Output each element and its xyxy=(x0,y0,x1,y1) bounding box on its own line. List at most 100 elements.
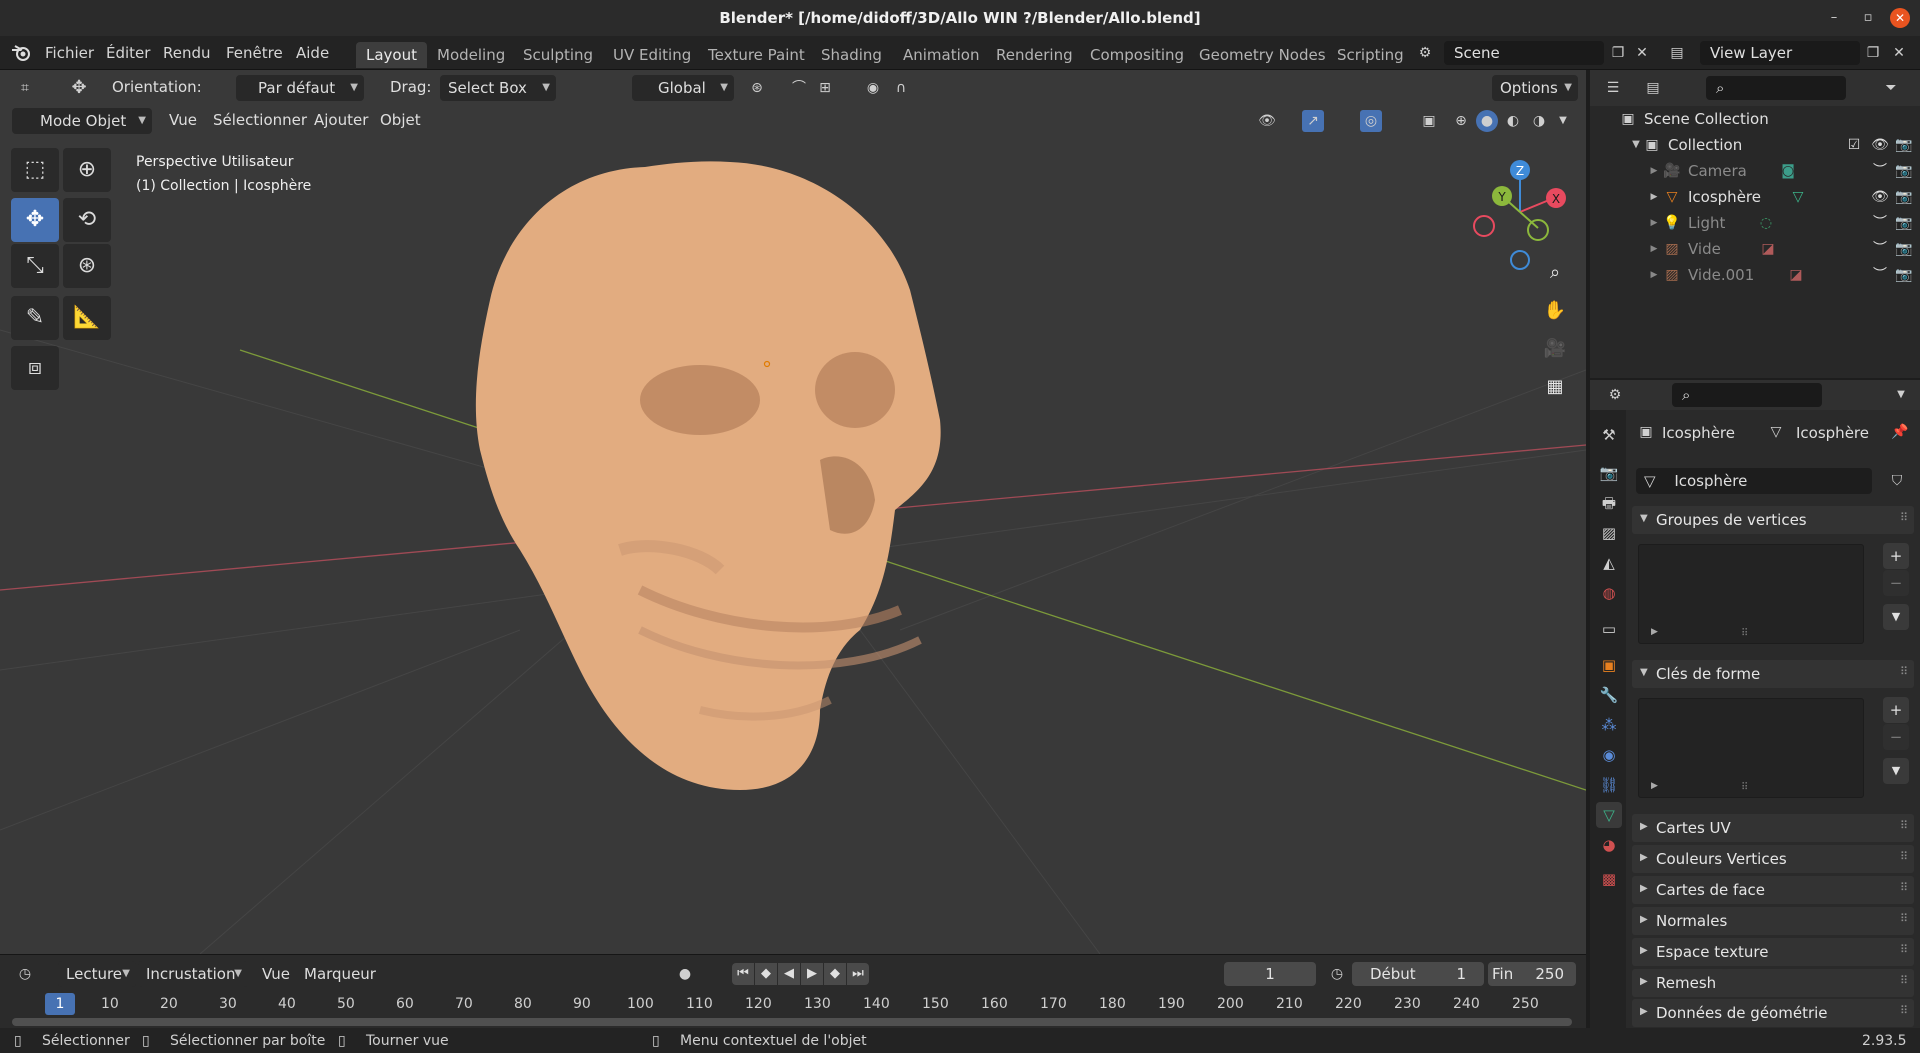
outliner-collection[interactable]: ▼ ▣ Collection ☑ 👁 📷 xyxy=(1590,132,1920,158)
menu-edit[interactable]: Éditer xyxy=(106,44,150,62)
outliner-search-input[interactable]: ⌕ xyxy=(1706,76,1846,100)
shading-options-icon[interactable]: ▼ xyxy=(1552,110,1574,132)
timeline-current-frame[interactable]: 1 xyxy=(45,993,75,1015)
expand-arrow-icon[interactable]: ▶ xyxy=(1644,187,1664,207)
new-view-layer-icon[interactable]: ❐ xyxy=(1862,42,1884,64)
record-icon[interactable]: ● xyxy=(674,963,696,985)
drag-grip-icon[interactable]: ⠿ xyxy=(1900,511,1908,524)
scene-selector-icon[interactable]: ⚙ xyxy=(1414,42,1436,64)
timeline-menu-view[interactable]: Vue xyxy=(262,965,290,983)
timeline-editor-type-icon[interactable]: ◷ xyxy=(14,963,36,985)
xray-toggle-icon[interactable]: ▣ xyxy=(1418,110,1440,132)
properties-options-icon[interactable]: ▼ xyxy=(1890,384,1912,406)
rendered-shading-icon[interactable]: ◑ xyxy=(1528,110,1550,132)
eye-icon[interactable]: 👁 xyxy=(1870,135,1890,155)
add-vertex-group-button[interactable]: + xyxy=(1883,543,1909,569)
modifier-tab-icon[interactable]: 🔧 xyxy=(1596,682,1622,708)
tab-sculpting[interactable]: Sculpting xyxy=(513,42,603,68)
select-box-tool-icon[interactable]: ⬚ xyxy=(11,148,59,192)
tab-texture-paint[interactable]: Texture Paint xyxy=(698,42,815,68)
expand-arrow-icon[interactable]: ▶ xyxy=(1644,213,1664,233)
menu-file[interactable]: Fichier xyxy=(45,44,94,62)
viewport-menu-add[interactable]: Ajouter xyxy=(314,111,368,129)
menu-help[interactable]: Aide xyxy=(296,44,329,62)
checkbox-icon[interactable]: ☑ xyxy=(1844,135,1864,155)
viewport-menu-select[interactable]: Sélectionner xyxy=(213,111,307,129)
drag-dropdown[interactable]: Select Box ▼ xyxy=(440,75,556,101)
panel-face-maps[interactable]: ▶ Cartes de face ⠿ xyxy=(1632,876,1914,904)
visibility-icon[interactable]: 👁 xyxy=(1256,110,1278,132)
end-frame-field[interactable]: Fin 250 xyxy=(1488,962,1576,986)
menu-render[interactable]: Rendu xyxy=(163,44,211,62)
scale-tool-icon[interactable]: ⤡ xyxy=(11,244,59,288)
camera-view-icon[interactable]: 🎥 xyxy=(1540,334,1570,364)
world-tab-icon[interactable]: ◍ xyxy=(1596,580,1622,606)
tab-layout[interactable]: Layout xyxy=(356,42,427,68)
panel-texture-space[interactable]: ▶ Espace texture ⠿ xyxy=(1632,938,1914,966)
drag-grip-icon[interactable]: ⠿ xyxy=(1900,1004,1908,1017)
add-shape-key-button[interactable]: + xyxy=(1883,697,1909,723)
vertex-group-specials-button[interactable]: ▼ xyxy=(1883,604,1909,630)
eye-icon[interactable]: 👁 xyxy=(1870,187,1890,207)
blender-logo-icon[interactable] xyxy=(10,44,32,62)
drag-grip-icon[interactable]: ⠿ xyxy=(1900,850,1908,863)
wireframe-shading-icon[interactable]: ⊕ xyxy=(1450,110,1472,132)
menu-window[interactable]: Fenêtre xyxy=(226,44,283,62)
3d-viewport[interactable]: ⌗ ✥ Orientation: Par défaut ▼ Drag: Selec… xyxy=(0,70,1586,954)
tab-compositing[interactable]: Compositing xyxy=(1080,42,1194,68)
collection-tab-icon[interactable]: ▭ xyxy=(1596,616,1622,642)
shape-key-specials-button[interactable]: ▼ xyxy=(1883,758,1909,784)
jump-end-icon[interactable]: ⏭ xyxy=(847,963,869,985)
expand-arrow-icon[interactable]: ▶ xyxy=(1644,161,1664,181)
list-resize-grip-icon[interactable]: ⠿ xyxy=(1741,628,1748,639)
outliner-scene-collection[interactable]: ▣ Scene Collection xyxy=(1590,106,1920,132)
remove-vertex-group-button[interactable]: − xyxy=(1883,570,1909,596)
timeline-menu-marker[interactable]: Marqueur xyxy=(304,965,376,983)
output-tab-icon[interactable]: 🖶 xyxy=(1596,490,1622,516)
new-scene-icon[interactable]: ❐ xyxy=(1607,42,1629,64)
play-icon[interactable]: ▶ xyxy=(801,963,823,985)
list-resize-grip-icon[interactable]: ⠿ xyxy=(1741,782,1748,793)
hidden-eye-icon[interactable]: ︶ xyxy=(1870,161,1890,181)
prev-keyframe-icon[interactable]: ◆ xyxy=(755,963,777,985)
display-mode-icon[interactable]: ▤ xyxy=(1642,77,1664,99)
transform-pivot-icon[interactable]: ✥ xyxy=(68,77,90,99)
material-preview-icon[interactable]: ◐ xyxy=(1502,110,1524,132)
close-button[interactable]: ✕ xyxy=(1890,8,1910,28)
maximize-button[interactable]: ▫ xyxy=(1858,8,1878,28)
camera-render-icon[interactable]: 📷 xyxy=(1894,187,1914,207)
outliner-item-camera[interactable]: ▶ 🎥 Camera ◙ ︶ 📷 xyxy=(1590,158,1920,184)
navigation-gizmo[interactable]: Z X Y xyxy=(1466,150,1576,270)
expand-arrow-icon[interactable]: ▶ xyxy=(1644,239,1664,259)
viewport-menu-object[interactable]: Objet xyxy=(380,111,421,129)
object-tab-icon[interactable]: ▣ xyxy=(1596,652,1622,678)
camera-render-icon[interactable]: 📷 xyxy=(1894,265,1914,285)
list-expand-icon[interactable]: ▶ xyxy=(1651,781,1658,791)
drag-grip-icon[interactable]: ⠿ xyxy=(1900,881,1908,894)
outliner-item-light[interactable]: ▶ 💡 Light ◌ ︶ 📷 xyxy=(1590,210,1920,236)
preview-range-icon[interactable]: ◷ xyxy=(1326,963,1348,985)
drag-grip-icon[interactable]: ⠿ xyxy=(1900,974,1908,987)
timeline-menu-keying[interactable]: Incrustation ▼ xyxy=(138,961,248,987)
properties-editor-type-icon[interactable]: ⚙ xyxy=(1604,384,1626,406)
annotate-tool-icon[interactable]: ✎ xyxy=(11,296,59,340)
viewport-menu-view[interactable]: Vue xyxy=(169,111,197,129)
proportional-edit-icon[interactable]: ◉ xyxy=(862,77,884,99)
start-frame-field[interactable]: Début 1 xyxy=(1352,962,1484,986)
falloff-icon[interactable]: ∩ xyxy=(890,77,912,99)
jump-start-icon[interactable]: ⏮ xyxy=(732,963,754,985)
view-layer-selector-icon[interactable]: ▤ xyxy=(1666,42,1688,64)
snap-icon[interactable]: ⌒ xyxy=(788,77,810,99)
drag-grip-icon[interactable]: ⠿ xyxy=(1900,665,1908,678)
play-reverse-icon[interactable]: ◀ xyxy=(778,963,800,985)
mesh-data-tab-icon[interactable]: ▽ xyxy=(1596,802,1622,828)
drag-grip-icon[interactable]: ⠿ xyxy=(1900,943,1908,956)
timeline-scrollbar[interactable] xyxy=(12,1018,1572,1026)
fake-user-shield-icon[interactable]: ⛉ xyxy=(1886,470,1908,492)
mesh-browse-icon[interactable]: ▽ xyxy=(1644,472,1656,490)
tab-geometry-nodes[interactable]: Geometry Nodes xyxy=(1189,42,1336,68)
delete-scene-icon[interactable]: ✕ xyxy=(1631,42,1653,64)
outliner-item-empty[interactable]: ▶ ▨ Vide ◪ ︶ 📷 xyxy=(1590,236,1920,262)
tab-animation[interactable]: Animation xyxy=(893,42,989,68)
camera-render-icon[interactable]: 📷 xyxy=(1894,135,1914,155)
